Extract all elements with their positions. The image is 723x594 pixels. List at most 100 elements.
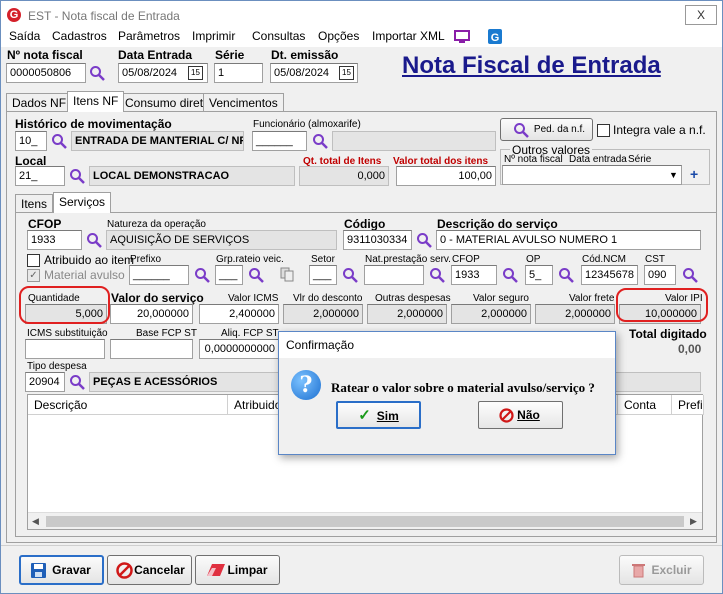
serie-input[interactable]: 1 [214,63,263,83]
app-shortcut-icon[interactable]: G [488,29,502,44]
scroll-left-icon[interactable]: ◀ [32,516,39,527]
tab-consumo-direto[interactable]: Consumo direto [119,93,216,112]
scroll-right-icon[interactable]: ▶ [690,516,697,527]
prefixo-input[interactable]: ______ [129,265,189,285]
search-icon[interactable] [558,267,574,283]
yes-button[interactable]: ✓ Sim [336,401,421,429]
gravar-label: Gravar [52,563,91,577]
gravar-button[interactable]: Gravar [19,555,104,585]
cst-input[interactable]: 090 [644,265,676,285]
atribuido-checkbox[interactable] [27,254,40,267]
scroll-thumb[interactable] [46,516,684,527]
monitor-icon[interactable] [454,30,470,44]
outras-input[interactable]: 2,000000 [367,304,447,324]
search-icon[interactable] [69,168,85,184]
icms-input[interactable]: 2,400000 [199,304,279,324]
cancelar-button[interactable]: Cancelar [107,555,192,585]
search-icon[interactable] [51,133,67,149]
check-icon: ✓ [358,407,371,424]
limpar-label: Limpar [227,563,268,577]
natprest-input[interactable] [364,265,424,285]
tab-itens[interactable]: Itens [15,194,54,213]
search-nota-icon[interactable] [89,65,105,81]
search-icon[interactable] [416,232,432,248]
op-input[interactable]: 5_ [525,265,553,285]
grp-input[interactable]: ___ [215,265,243,285]
aliqfcp-label: Aliq. FCP ST [221,328,279,339]
calendar-icon[interactable]: 15 [188,66,203,80]
tab-servicos[interactable]: Serviços [53,192,112,213]
chevron-down-icon[interactable]: ▼ [666,166,681,184]
codigo-input[interactable]: 9311030334 [343,230,412,250]
integra-checkbox[interactable] [597,124,610,137]
seguro-label: Valor seguro [473,293,529,304]
tab-itens-nf[interactable]: Itens NF [67,91,125,112]
seguro-input[interactable]: 2,000000 [451,304,531,324]
ncm-input[interactable]: 12345678 [581,265,638,285]
cst-label: CST [645,254,665,265]
setor-input[interactable]: ___ [309,265,337,285]
menu-opcoes[interactable]: Opções [318,29,359,43]
search-icon[interactable] [248,267,264,283]
menu-parametros[interactable]: Parâmetros [118,29,180,43]
cfop2-label: CFOP [452,254,480,265]
ped-nf-button[interactable]: Ped. da n.f. [500,118,593,141]
tab-dados-nf[interactable]: Dados NF [6,93,73,112]
cfop-label: CFOP [28,217,62,231]
frete-input[interactable]: 2,000000 [535,304,615,324]
natureza-label: Natureza da operação [107,219,206,230]
func-code-input[interactable]: ______ [252,131,307,151]
limpar-button[interactable]: Limpar [195,555,280,585]
total-value: 0,00 [678,342,702,356]
tipo-label: Tipo despesa [27,361,87,372]
tab-vencimentos[interactable]: Vencimentos [203,93,284,112]
horizontal-scrollbar[interactable]: ◀ ▶ [28,512,702,529]
divider [1,545,722,546]
menu-imprimir[interactable]: Imprimir [192,29,235,43]
natureza-value: AQUISIÇÃO DE SERVIÇOS [106,230,337,250]
col-conta[interactable]: Conta [618,395,672,415]
material-avulso-checkbox[interactable]: ✓ [27,269,40,282]
search-icon[interactable] [502,267,518,283]
col-prefixo[interactable]: Prefi [672,395,704,415]
material-label: Material avulso [44,268,125,282]
search-icon[interactable] [86,232,102,248]
local-code-input[interactable]: 21_ [15,166,65,186]
icmssub-input[interactable] [25,339,105,359]
menu-cadastros[interactable]: Cadastros [52,29,107,43]
hist-desc: ENTRADA DE MANTERIAL C/ NF [71,131,244,151]
search-icon[interactable] [682,267,698,283]
valserv-input[interactable]: 20,000000 [110,304,193,324]
func-desc [332,131,496,151]
search-icon[interactable] [342,267,358,283]
hist-code-input[interactable]: 10_ [15,131,47,151]
op-label: OP [526,254,541,265]
outros-select[interactable] [502,165,682,185]
svg-text:G: G [491,32,500,44]
aliqfcp-input[interactable]: 0,0000000000 [199,339,279,359]
cfop-input[interactable]: 1933 [27,230,82,250]
calendar-icon[interactable]: 15 [339,66,354,80]
basefcp-input[interactable] [110,339,193,359]
no-button[interactable]: Não [478,401,563,429]
search-icon[interactable] [194,267,210,283]
col-descricao[interactable]: Descrição [28,395,228,415]
excluir-button[interactable]: Excluir [619,555,704,585]
plus-icon[interactable]: + [690,166,698,182]
copy-icon[interactable] [280,267,294,282]
nota-input[interactable]: 0000050806 [6,63,86,83]
tipo-code-input[interactable]: 20904 [25,372,65,392]
menu-consultas[interactable]: Consultas [252,29,305,43]
search-icon[interactable] [69,374,85,390]
no-icon [499,408,514,423]
menu-saida[interactable]: Saída [9,29,40,43]
search-icon[interactable] [312,133,328,149]
search-icon[interactable] [429,267,445,283]
menu-importar-xml[interactable]: Importar XML [372,29,445,43]
desc-input[interactable]: 0 - MATERIAL AVULSO NUMERO 1 [436,230,701,250]
highlight-quantidade [19,286,110,324]
desconto-input[interactable]: 2,000000 [283,304,363,324]
close-button[interactable]: X [685,5,717,25]
codigo-label: Código [344,217,386,231]
cfop2-input[interactable]: 1933 [451,265,497,285]
